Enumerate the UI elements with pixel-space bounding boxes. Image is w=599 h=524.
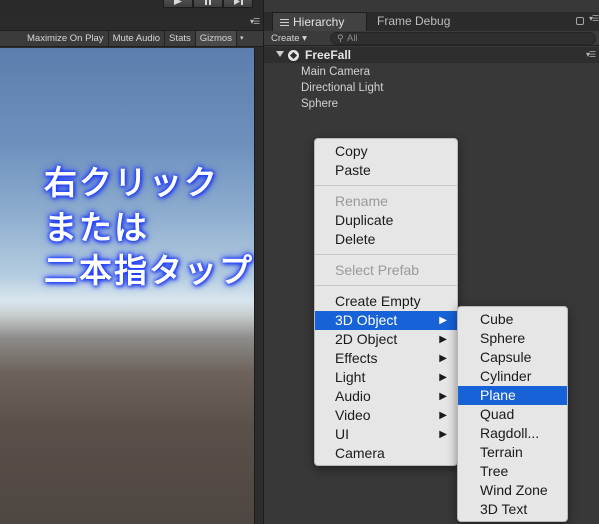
submenu-arrow-icon: ▶ — [439, 334, 447, 345]
menu-item-light-label: Light — [335, 369, 366, 385]
submenu-item-plane[interactable]: Plane — [458, 386, 567, 405]
overlay-text-line-1: 右クリック — [44, 163, 219, 202]
lock-icon[interactable] — [576, 17, 584, 25]
pane-menu-icon[interactable]: ▾☰ — [250, 17, 260, 26]
hierarchy-item-directional-light[interactable]: Directional Light — [301, 80, 383, 96]
tab-hierarchy-label: Hierarchy — [293, 15, 345, 29]
scene-name: FreeFall — [305, 48, 352, 62]
tab-hierarchy[interactable]: Hierarchy — [272, 12, 367, 31]
menu-item-delete[interactable]: Delete — [315, 230, 457, 249]
hierarchy-toolbar: Create ▾ ⚲ All — [264, 31, 599, 46]
menu-item-video-label: Video — [335, 407, 371, 423]
game-view-pane: ▾☰ Maximize On Play Mute Audio Stats Giz… — [0, 16, 263, 524]
menu-item-rename: Rename — [335, 193, 388, 209]
submenu-arrow-icon: ▶ — [439, 372, 447, 383]
hierarchy-tab-strip: Hierarchy Frame Debug ▾☰ — [264, 12, 599, 31]
maximize-on-play-button[interactable]: Maximize On Play — [0, 31, 109, 46]
game-tab-strip: ▾☰ — [0, 16, 263, 30]
stats-button[interactable]: Stats — [165, 31, 196, 46]
submenu-arrow-icon: ▶ — [439, 315, 447, 326]
search-icon: ⚲ — [337, 34, 344, 44]
menu-item-select-prefab: Select Prefab — [335, 262, 420, 278]
hierarchy-item-sphere[interactable]: Sphere — [301, 96, 338, 112]
submenu-item-wind-zone[interactable]: Wind Zone — [458, 481, 567, 500]
submenu-item-capsule[interactable]: Capsule — [458, 348, 567, 367]
menu-item-ui-label: UI — [335, 426, 349, 442]
hierarchy-item-main-camera[interactable]: Main Camera — [301, 64, 370, 80]
game-viewport[interactable]: 右クリック または 二本指タップ — [0, 48, 254, 524]
submenu-arrow-icon: ▶ — [439, 410, 447, 421]
menu-item-video[interactable]: Video ▶ — [315, 406, 457, 425]
list-icon — [280, 19, 289, 28]
expand-arrow-icon[interactable] — [276, 51, 284, 57]
menu-separator — [315, 285, 457, 286]
create-dropdown-button[interactable]: Create ▾ — [271, 31, 307, 46]
play-button[interactable] — [163, 0, 193, 8]
mute-audio-button[interactable]: Mute Audio — [109, 31, 166, 46]
menu-item-audio-label: Audio — [335, 388, 371, 404]
submenu-item-ragdoll[interactable]: Ragdoll... — [458, 424, 567, 443]
play-icon — [174, 0, 182, 5]
pause-icon — [205, 0, 211, 5]
pane-menu-icon[interactable]: ▾☰ — [589, 14, 599, 23]
menu-item-paste[interactable]: Paste — [315, 161, 457, 180]
game-toolbar: Maximize On Play Mute Audio Stats Gizmos… — [0, 30, 263, 47]
submenu-item-tree[interactable]: Tree — [458, 462, 567, 481]
overlay-text-line-3: 二本指タップ — [44, 251, 254, 290]
search-placeholder: All — [347, 33, 358, 44]
submenu-arrow-icon: ▶ — [439, 353, 447, 364]
submenu-item-terrain[interactable]: Terrain — [458, 443, 567, 462]
menu-item-audio[interactable]: Audio ▶ — [315, 387, 457, 406]
pane-divider[interactable] — [254, 48, 263, 524]
gizmos-button[interactable]: Gizmos — [195, 31, 237, 46]
submenu-3d-object: Cube Sphere Capsule Cylinder Plane Quad … — [457, 306, 568, 522]
playback-controls — [163, 0, 253, 8]
submenu-item-quad[interactable]: Quad — [458, 405, 567, 424]
menu-separator — [315, 185, 457, 186]
submenu-arrow-icon: ▶ — [439, 391, 447, 402]
scene-menu-icon[interactable]: ▾☰ — [586, 47, 596, 63]
tab-frame-debug[interactable]: Frame Debug — [377, 12, 450, 31]
menu-item-effects-label: Effects — [335, 350, 378, 366]
menu-item-effects[interactable]: Effects ▶ — [315, 349, 457, 368]
menu-item-3d-object-label: 3D Object — [335, 312, 398, 328]
menu-item-2d-object[interactable]: 2D Object ▶ — [315, 330, 457, 349]
submenu-item-sphere[interactable]: Sphere — [458, 329, 567, 348]
menu-item-2d-object-label: 2D Object — [335, 331, 398, 347]
menu-item-3d-object[interactable]: 3D Object ▶ — [315, 311, 457, 330]
menu-item-copy[interactable]: Copy — [315, 142, 457, 161]
search-input[interactable]: ⚲ All — [330, 32, 596, 45]
menu-item-camera[interactable]: Camera — [315, 444, 457, 463]
gizmos-dropdown-icon[interactable]: ▾ — [237, 31, 247, 46]
menu-item-create-empty[interactable]: Create Empty — [315, 292, 457, 311]
unity-scene-icon — [288, 50, 299, 61]
submenu-item-cube[interactable]: Cube — [458, 310, 567, 329]
submenu-item-3d-text[interactable]: 3D Text — [458, 500, 567, 519]
menu-item-light[interactable]: Light ▶ — [315, 368, 457, 387]
context-menu: Copy Paste Rename Duplicate Delete Selec… — [314, 138, 458, 466]
overlay-text-line-2: または — [44, 208, 149, 247]
submenu-arrow-icon: ▶ — [439, 429, 447, 440]
step-button[interactable] — [223, 0, 253, 8]
step-icon — [234, 0, 243, 5]
menu-item-ui[interactable]: UI ▶ — [315, 425, 457, 444]
menu-item-duplicate[interactable]: Duplicate — [315, 211, 457, 230]
scene-row[interactable]: FreeFall ▾☰ — [264, 47, 599, 63]
menu-separator — [315, 254, 457, 255]
create-label: Create — [271, 33, 300, 44]
pause-button[interactable] — [193, 0, 223, 8]
submenu-item-cylinder[interactable]: Cylinder — [458, 367, 567, 386]
